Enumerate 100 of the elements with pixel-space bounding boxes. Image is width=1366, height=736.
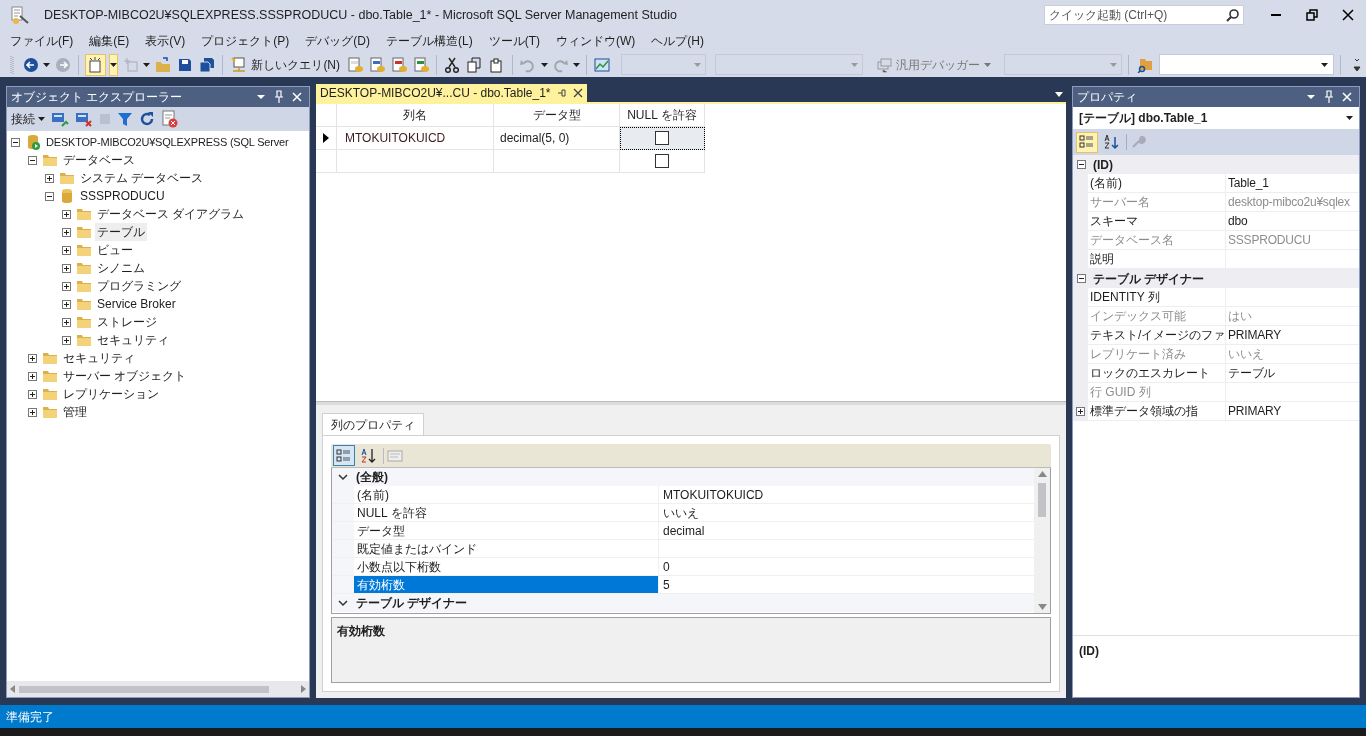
connect-button[interactable]: 接続 <box>11 110 45 128</box>
caret-icon[interactable] <box>540 62 548 67</box>
property-name[interactable]: 説明 <box>1090 250 1114 268</box>
dropdown-button[interactable] <box>108 53 119 76</box>
scrollbar-thumb[interactable] <box>1038 483 1046 517</box>
expand-icon[interactable] <box>28 353 37 363</box>
disconnect-server-icon[interactable] <box>75 111 93 127</box>
property-value[interactable]: いいえ <box>663 503 699 522</box>
caret-icon[interactable] <box>572 62 580 67</box>
menu-item[interactable]: プロジェクト(P) <box>193 31 298 51</box>
property-value[interactable]: テーブル <box>1228 364 1276 382</box>
tree-item[interactable]: 管理 <box>61 403 89 421</box>
menu-item[interactable]: デバッグ(D) <box>297 31 378 51</box>
property-value[interactable]: 5 <box>663 575 670 594</box>
table-cell[interactable] <box>494 150 620 173</box>
tree-item[interactable]: シノニム <box>95 259 147 277</box>
menu-item[interactable]: ヘルプ(H) <box>643 31 712 51</box>
tree-item[interactable]: プログラミング <box>95 277 183 295</box>
property-value[interactable]: MTOKUITOKUICD <box>663 485 764 504</box>
property-name[interactable]: IDENTITY 列 <box>1090 288 1160 306</box>
property-name[interactable]: 小数点以下桁数 <box>354 558 659 575</box>
expand-icon[interactable] <box>62 335 71 345</box>
menu-item[interactable]: ファイル(F) <box>2 31 82 51</box>
tree-item[interactable]: データベース ダイアグラム <box>95 205 247 223</box>
tree-item[interactable]: Service Broker <box>95 295 178 313</box>
scroll-left-icon[interactable] <box>9 685 17 693</box>
tree-item[interactable]: システム データベース <box>78 169 206 187</box>
expand-icon[interactable] <box>62 263 71 273</box>
property-name[interactable]: スキーマ <box>1090 212 1138 230</box>
expand-icon[interactable] <box>28 389 37 399</box>
table-cell[interactable]: MTOKUITOKUICD <box>345 129 446 147</box>
menu-item[interactable]: ウィンドウ(W) <box>548 31 644 51</box>
property-name[interactable]: テキスト/イメージのファ <box>1090 326 1225 344</box>
expand-icon[interactable] <box>45 173 54 183</box>
property-name[interactable]: 標準データ領域の指 <box>1090 402 1198 420</box>
chevron-down-icon[interactable] <box>338 598 348 608</box>
property-name[interactable]: データ型 <box>354 522 659 539</box>
pin-icon[interactable] <box>556 88 567 98</box>
table-cell[interactable] <box>337 150 494 173</box>
expand-icon[interactable] <box>62 209 71 219</box>
tree-item[interactable]: ストレージ <box>95 313 159 331</box>
property-value[interactable]: PRIMARY <box>1228 326 1282 344</box>
close-icon[interactable] <box>572 88 583 98</box>
new-query-button[interactable]: 新しいクエリ(N) <box>229 53 343 76</box>
activity-monitor-icon[interactable] <box>161 110 179 128</box>
property-value[interactable]: decimal <box>663 521 705 540</box>
categorized-button[interactable] <box>333 445 355 466</box>
tree-item[interactable]: データベース <box>61 151 137 169</box>
categorized-button[interactable] <box>1076 131 1098 153</box>
checkbox[interactable] <box>655 131 669 145</box>
expand-icon[interactable] <box>62 317 71 327</box>
connect-server-icon[interactable] <box>51 111 69 127</box>
tree-item[interactable]: テーブル <box>95 223 147 241</box>
tree-item[interactable]: セキュリティ <box>61 349 137 367</box>
menu-item[interactable]: テーブル構造(L) <box>378 31 481 51</box>
property-name[interactable]: 既定値またはバインド <box>354 540 659 557</box>
document-tab[interactable]: DESKTOP-MIBCO2U¥...CU - dbo.Table_1* <box>316 84 587 102</box>
property-name[interactable]: 有効桁数 <box>354 576 659 593</box>
vertical-scrollbar[interactable] <box>1034 468 1050 613</box>
tab-list-icon[interactable] <box>1054 90 1064 98</box>
collapse-icon[interactable] <box>1077 160 1086 169</box>
property-value[interactable]: PRIMARY <box>1228 402 1282 420</box>
menu-item[interactable]: ツール(T) <box>480 31 548 51</box>
filter-icon[interactable] <box>117 111 133 127</box>
property-name[interactable]: (名前) <box>1090 174 1122 192</box>
property-value[interactable]: Table_1 <box>1228 174 1269 192</box>
collapse-icon[interactable] <box>28 155 37 165</box>
collapse-icon[interactable] <box>45 191 54 201</box>
property-name[interactable]: (名前) <box>354 486 659 503</box>
caret-icon[interactable] <box>143 62 151 67</box>
property-name[interactable]: ロックのエスカレート <box>1090 364 1210 382</box>
expand-icon[interactable] <box>62 245 71 255</box>
tree-item[interactable]: DESKTOP-MIBCO2U¥SQLEXPRESS (SQL Server <box>44 133 291 151</box>
scroll-up-icon[interactable] <box>1037 471 1047 477</box>
collapse-icon[interactable] <box>1077 274 1086 283</box>
expand-icon[interactable] <box>62 299 71 309</box>
chevron-down-icon[interactable] <box>338 472 348 482</box>
expand-icon[interactable] <box>1076 406 1085 416</box>
tree-item[interactable]: SSSPRODUCU <box>78 187 167 205</box>
expand-icon[interactable] <box>28 407 37 417</box>
property-value[interactable]: dbo <box>1228 212 1248 230</box>
checkbox[interactable] <box>655 154 669 168</box>
object-selector[interactable]: [テーブル] dbo.Table_1 <box>1073 107 1359 129</box>
tree-item[interactable]: レプリケーション <box>61 385 161 403</box>
tree-item[interactable]: セキュリティ <box>95 331 171 349</box>
caret-icon[interactable] <box>43 62 50 67</box>
quick-launch-field[interactable]: クイック起動 (Ctrl+Q) <box>1044 5 1244 25</box>
scroll-right-icon[interactable] <box>299 685 307 693</box>
scroll-down-icon[interactable] <box>1037 604 1047 610</box>
collapse-icon[interactable] <box>11 137 20 147</box>
scrollbar-thumb[interactable] <box>19 685 269 693</box>
table-cell[interactable]: decimal(5, 0) <box>500 129 570 147</box>
property-value[interactable]: 0 <box>663 557 670 576</box>
menu-item[interactable]: 表示(V) <box>137 31 194 51</box>
property-name[interactable]: NULL を許容 <box>354 504 659 521</box>
expand-icon[interactable] <box>62 227 71 237</box>
menu-item[interactable]: 編集(E) <box>81 31 138 51</box>
tree-item[interactable]: サーバー オブジェクト <box>61 367 189 385</box>
refresh-icon[interactable] <box>139 111 155 127</box>
panel-tab[interactable]: 列のプロパティ <box>322 413 424 435</box>
